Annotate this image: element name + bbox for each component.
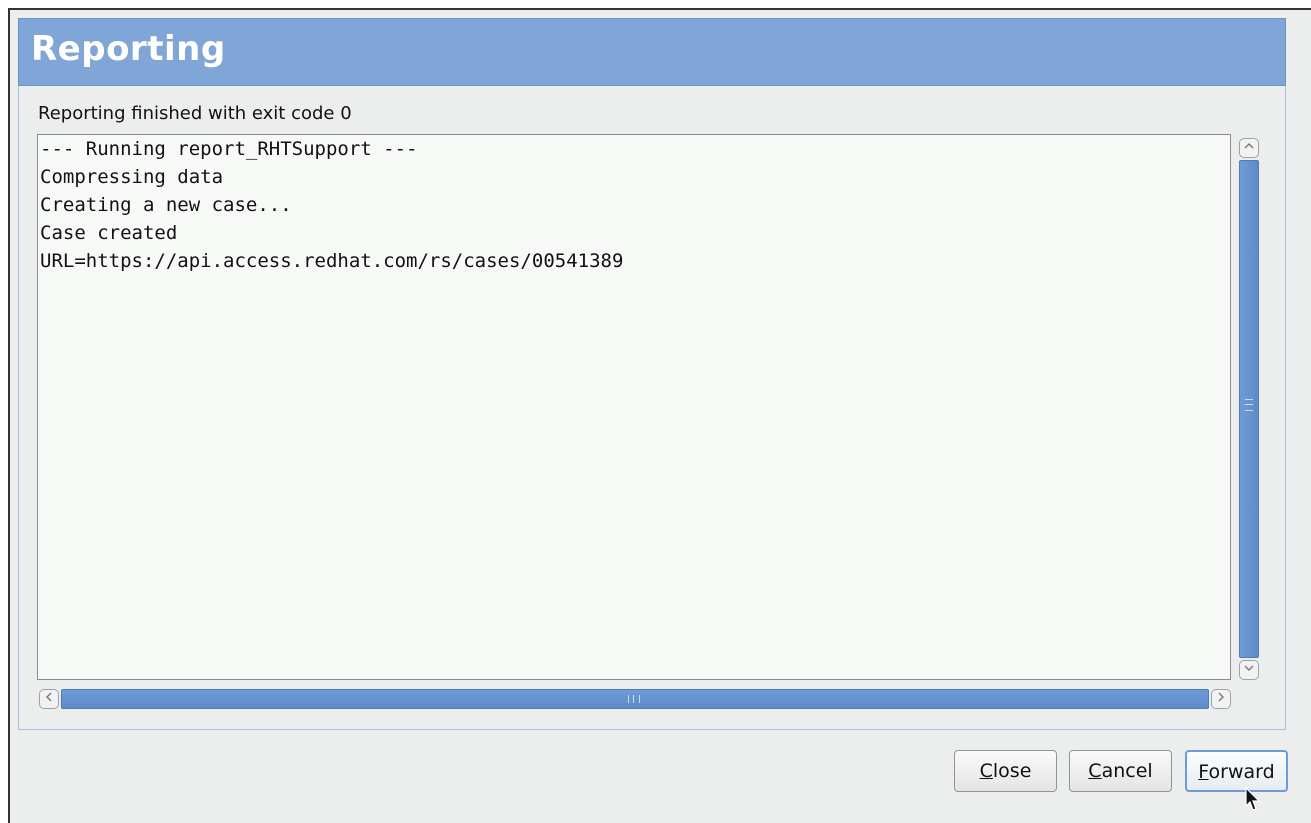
log-textview[interactable]: --- Running report_RHTSupport --- Compre… (37, 134, 1231, 680)
close-button[interactable]: Close (954, 750, 1057, 792)
forward-label-rest: orward (1208, 761, 1275, 783)
chevron-left-icon (46, 692, 52, 702)
log-line: Creating a new case... (40, 194, 292, 216)
cancel-label-rest: ancel (1101, 760, 1153, 782)
vertical-scroll-thumb[interactable] (1239, 160, 1259, 658)
grip-icon (1245, 399, 1253, 411)
horizontal-scrollbar[interactable] (37, 687, 1235, 711)
page-header: Reporting (18, 18, 1286, 86)
scroll-right-button[interactable] (1211, 689, 1231, 709)
close-label-rest: lose (992, 760, 1032, 782)
log-line: --- Running report_RHTSupport --- (40, 138, 418, 160)
log-line: Compressing data (40, 166, 224, 188)
chevron-right-icon (1218, 692, 1224, 702)
cancel-button[interactable]: Cancel (1069, 750, 1172, 792)
grip-icon (628, 695, 640, 703)
cancel-mnemonic: C (1088, 760, 1102, 782)
scroll-up-button[interactable] (1239, 138, 1259, 158)
scroll-down-button[interactable] (1239, 660, 1259, 680)
forward-button[interactable]: Forward (1185, 750, 1288, 792)
page-title: Reporting (31, 29, 226, 69)
scroll-left-button[interactable] (39, 689, 59, 709)
log-lines: --- Running report_RHTSupport --- Compre… (38, 135, 1230, 275)
log-line: Case created (40, 222, 178, 244)
log-line: URL=https://api.access.redhat.com/rs/cas… (40, 250, 624, 272)
chevron-up-icon (1244, 143, 1254, 149)
chevron-down-icon (1244, 665, 1254, 671)
mouse-cursor-icon (1245, 787, 1261, 811)
status-label: Reporting finished with exit code 0 (38, 103, 352, 124)
forward-mnemonic: F (1198, 761, 1209, 783)
vertical-scrollbar[interactable] (1237, 136, 1263, 682)
close-mnemonic: C (979, 760, 993, 782)
horizontal-scroll-thumb[interactable] (61, 689, 1209, 709)
content-frame: Reporting finished with exit code 0 --- … (18, 86, 1286, 730)
